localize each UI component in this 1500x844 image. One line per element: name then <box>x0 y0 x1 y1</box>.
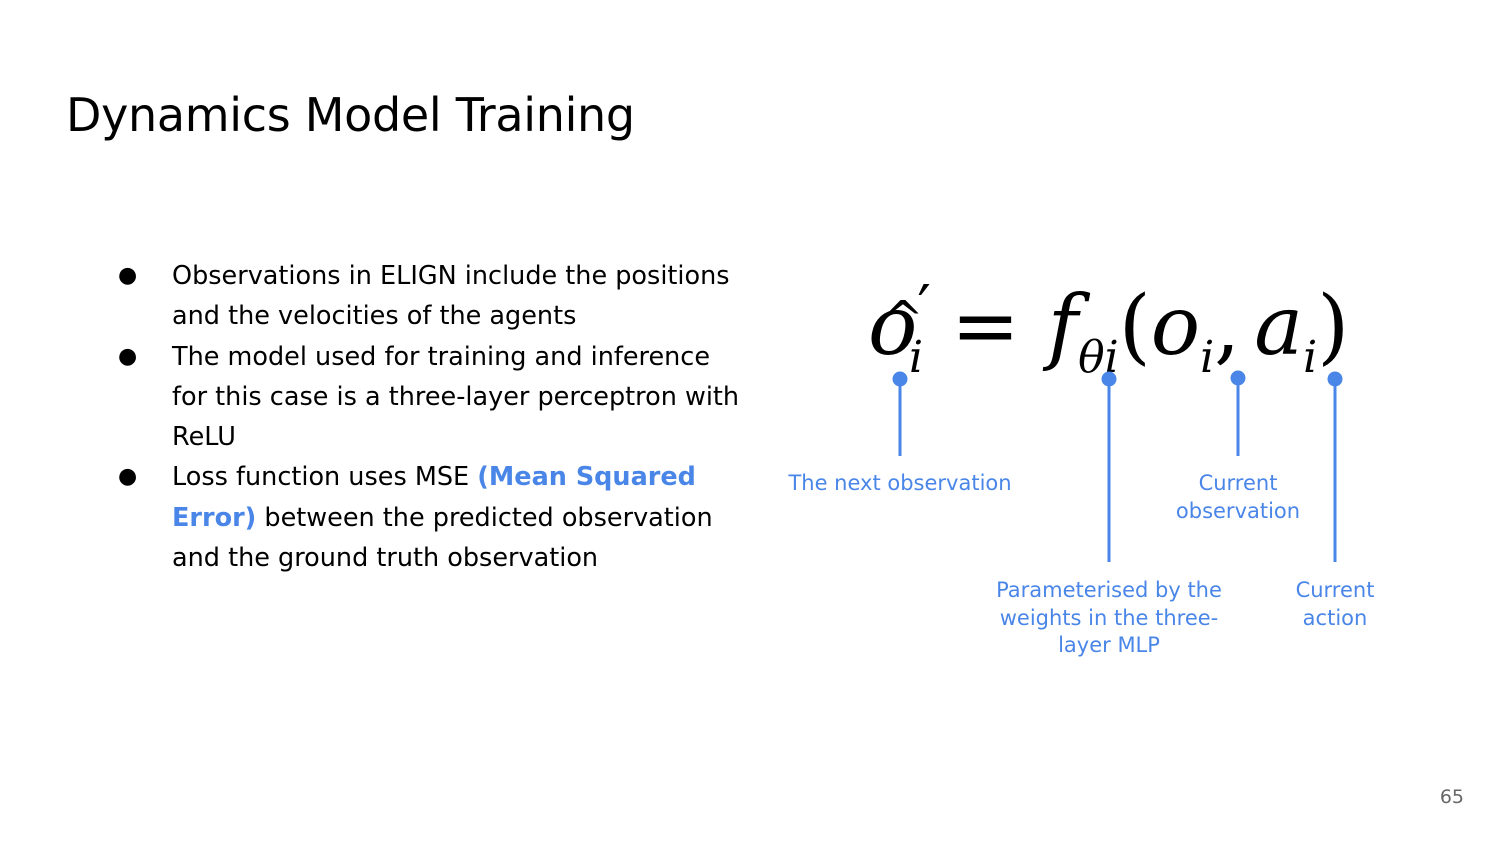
label-current-action: Current action <box>1295 578 1375 630</box>
label-parameterised: Parameterised by the weights in the thre… <box>996 578 1222 657</box>
page-number: 65 <box>1439 786 1464 808</box>
label-next-observation: The next observation <box>788 471 1012 495</box>
label-current-observation: Current observation <box>1175 471 1301 523</box>
annotation-connectors <box>892 370 1343 562</box>
slide: Dynamics Model Training ● Observations i… <box>0 0 1500 844</box>
